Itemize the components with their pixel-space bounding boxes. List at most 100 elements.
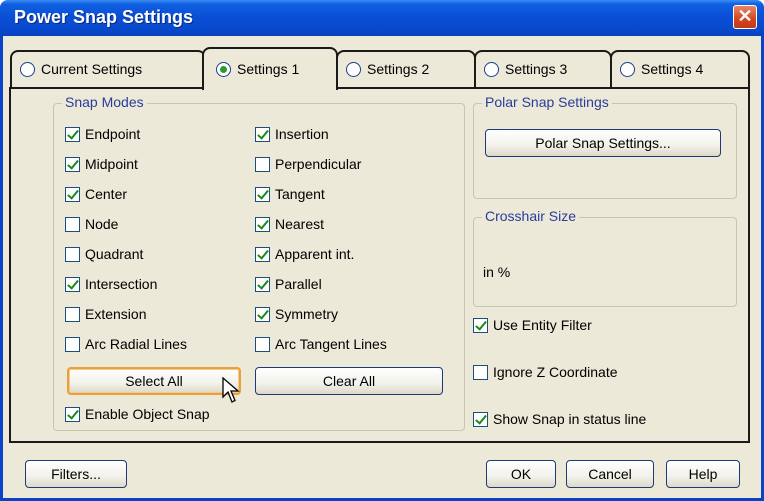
checkbox-symmetry[interactable]: Symmetry	[255, 306, 338, 322]
checkbox-label: Ignore Z Coordinate	[493, 364, 618, 380]
checkbox-perpendicular[interactable]: Perpendicular	[255, 156, 361, 172]
checkbox-box[interactable]	[255, 306, 270, 322]
button-label: Help	[688, 466, 718, 482]
close-button[interactable]: ✕	[733, 5, 757, 29]
checkbox-label: Midpoint	[85, 156, 138, 172]
tab-current-settings[interactable]: Current Settings	[10, 50, 206, 88]
checkbox-arc-radial-lines[interactable]: Arc Radial Lines	[65, 336, 187, 352]
checkbox-label: Use Entity Filter	[493, 317, 592, 333]
checkbox-use-entity-filter[interactable]: Use Entity Filter	[473, 317, 592, 333]
group-title: Snap Modes	[62, 94, 147, 110]
checkbox-label: Nearest	[275, 216, 325, 232]
checkbox-box[interactable]	[65, 336, 80, 352]
checkbox-node[interactable]: Node	[65, 216, 118, 232]
checkbox-box[interactable]	[255, 156, 270, 172]
checkbox-box[interactable]	[65, 186, 80, 202]
filters-button[interactable]: Filters...	[25, 460, 127, 488]
checkbox-label: Arc Radial Lines	[85, 336, 187, 352]
tab-radio	[216, 61, 231, 77]
tab-settings-2[interactable]: Settings 2	[336, 50, 476, 88]
checkbox-arc-tangent-lines[interactable]: Arc Tangent Lines	[255, 336, 387, 352]
group-title: Crosshair Size	[482, 208, 580, 224]
help-button[interactable]: Help	[666, 460, 740, 488]
checkbox-ignore-z-coordinate[interactable]: Ignore Z Coordinate	[473, 364, 618, 380]
checkbox-label: Extension	[85, 306, 147, 322]
checkbox-label: Show Snap in status line	[493, 411, 647, 427]
tab-radio	[20, 61, 35, 77]
checkbox-box[interactable]	[255, 186, 270, 202]
checkbox-box[interactable]	[65, 216, 80, 232]
crosshair-unit-label: in %	[483, 264, 511, 280]
checkbox-box[interactable]	[255, 126, 270, 142]
button-label: Polar Snap Settings...	[535, 135, 671, 151]
checkbox-nearest[interactable]: Nearest	[255, 216, 324, 232]
select-all-button[interactable]: Select All	[67, 367, 241, 395]
tab-radio	[346, 61, 361, 77]
checkbox-box[interactable]	[65, 276, 80, 292]
tab-label: Current Settings	[41, 61, 143, 77]
tab-label: Settings 4	[641, 61, 704, 77]
tab-radio	[484, 61, 499, 77]
checkbox-label: Parallel	[275, 276, 322, 292]
checkbox-box[interactable]	[473, 364, 488, 380]
checkbox-box[interactable]	[473, 411, 488, 427]
checkbox-label: Quadrant	[85, 246, 144, 262]
tab-settings-4[interactable]: Settings 4	[610, 50, 750, 88]
mouse-pointer-icon	[222, 377, 240, 403]
checkbox-label: Arc Tangent Lines	[275, 336, 387, 352]
checkbox-label: Perpendicular	[275, 156, 362, 172]
tab-label: Settings 3	[505, 61, 568, 77]
checkbox-quadrant[interactable]: Quadrant	[65, 246, 143, 262]
checkbox-label: Apparent int.	[275, 246, 355, 262]
checkbox-center[interactable]: Center	[65, 186, 127, 202]
close-icon: ✕	[737, 6, 753, 26]
checkbox-insertion[interactable]: Insertion	[255, 126, 329, 142]
button-label: Cancel	[588, 466, 632, 482]
checkbox-enable-object-snap[interactable]: Enable Object Snap	[65, 406, 210, 422]
clear-all-button[interactable]: Clear All	[255, 367, 443, 395]
tab-label: Settings 1	[237, 61, 300, 77]
tab-radio	[620, 61, 635, 77]
checkbox-box[interactable]	[255, 246, 270, 262]
checkbox-intersection[interactable]: Intersection	[65, 276, 157, 292]
cancel-button[interactable]: Cancel	[566, 460, 654, 488]
checkbox-box[interactable]	[255, 216, 270, 232]
checkbox-box[interactable]	[65, 246, 80, 262]
button-label: Filters...	[51, 466, 101, 482]
checkbox-label: Symmetry	[275, 306, 338, 322]
tab-settings-3[interactable]: Settings 3	[474, 50, 612, 88]
checkbox-show-snap-status-line[interactable]: Show Snap in status line	[473, 411, 646, 427]
tab-panel: Snap Modes Endpoint Midpoint Center Node…	[9, 87, 750, 443]
checkbox-label: Insertion	[275, 126, 329, 142]
checkbox-box[interactable]	[65, 156, 80, 172]
crosshair-size-group: Crosshair Size	[473, 208, 737, 307]
ok-button[interactable]: OK	[486, 460, 556, 488]
tab-settings-1[interactable]: Settings 1	[202, 47, 338, 90]
dialog-title: Power Snap Settings	[14, 7, 194, 27]
checkbox-box[interactable]	[65, 406, 80, 422]
checkbox-label: Endpoint	[85, 126, 141, 142]
checkbox-midpoint[interactable]: Midpoint	[65, 156, 138, 172]
checkbox-box[interactable]	[255, 276, 270, 292]
button-label: Select All	[125, 373, 183, 389]
checkbox-label: Tangent	[275, 186, 325, 202]
button-label: Clear All	[322, 373, 376, 389]
checkbox-parallel[interactable]: Parallel	[255, 276, 322, 292]
group-title: Polar Snap Settings	[482, 94, 612, 110]
title-bar[interactable]: Power Snap Settings ✕	[0, 0, 764, 36]
checkbox-box[interactable]	[473, 317, 488, 333]
button-label: OK	[510, 466, 532, 482]
checkbox-apparent-int[interactable]: Apparent int.	[255, 246, 354, 262]
tab-label: Settings 2	[367, 61, 430, 77]
checkbox-label: Intersection	[85, 276, 158, 292]
checkbox-endpoint[interactable]: Endpoint	[65, 126, 140, 142]
checkbox-label: Enable Object Snap	[85, 406, 210, 422]
checkbox-label: Center	[85, 186, 128, 202]
checkbox-box[interactable]	[65, 306, 80, 322]
polar-snap-settings-button[interactable]: Polar Snap Settings...	[485, 129, 721, 157]
checkbox-extension[interactable]: Extension	[65, 306, 146, 322]
checkbox-box[interactable]	[255, 336, 270, 352]
checkbox-box[interactable]	[65, 126, 80, 142]
checkbox-tangent[interactable]: Tangent	[255, 186, 325, 202]
checkbox-label: Node	[85, 216, 119, 232]
